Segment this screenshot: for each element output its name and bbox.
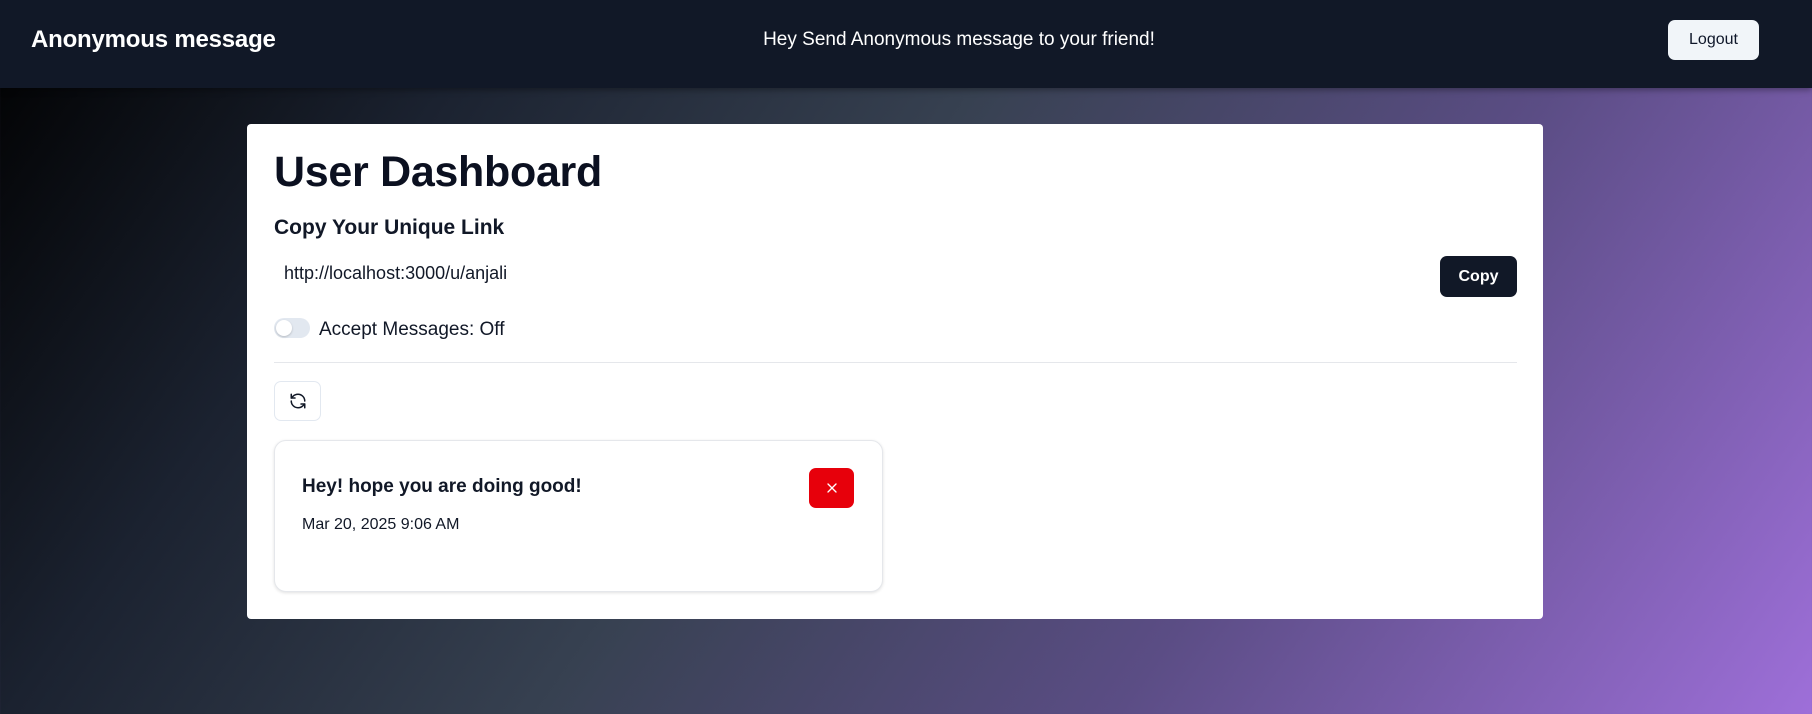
divider (274, 362, 1517, 363)
link-section-title: Copy Your Unique Link (274, 216, 505, 239)
accept-messages-label: Accept Messages: Off (319, 319, 505, 340)
message-date: Mar 20, 2025 9:06 AM (302, 516, 460, 533)
dashboard-card: User Dashboard Copy Your Unique Link Cop… (247, 124, 1543, 619)
copy-button[interactable]: Copy (1440, 256, 1517, 297)
navbar: Anonymous message Hey Send Anonymous mes… (0, 0, 1812, 88)
page-title: User Dashboard (274, 148, 602, 196)
switch-knob (276, 320, 292, 336)
refresh-button[interactable] (274, 381, 321, 421)
message-content: Hey! hope you are doing good! (302, 476, 582, 497)
unique-link-input[interactable] (274, 253, 1444, 293)
logout-button[interactable]: Logout (1668, 20, 1759, 60)
accept-messages-switch[interactable] (274, 318, 310, 338)
close-icon (824, 480, 840, 496)
header-tagline: Hey Send Anonymous message to your frien… (763, 29, 1155, 50)
message-card: Hey! hope you are doing good! Mar 20, 20… (274, 440, 883, 592)
refresh-icon (289, 392, 307, 410)
delete-message-button[interactable] (809, 468, 854, 508)
